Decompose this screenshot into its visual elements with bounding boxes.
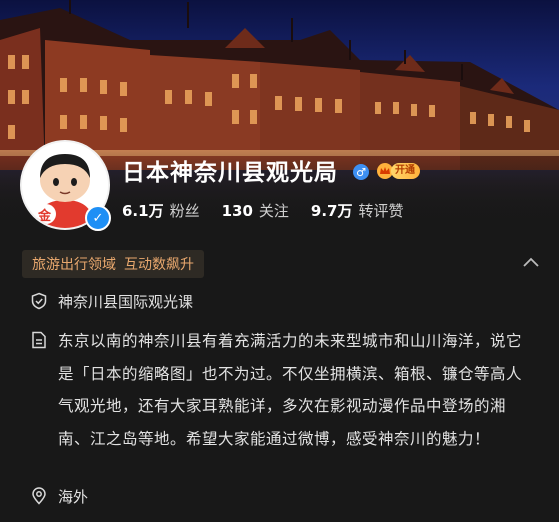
verified-badge-icon: ✓ <box>85 205 111 231</box>
followers-label: 粉丝 <box>169 202 200 220</box>
stats-bar: 6.1万 粉丝 130 关注 9.7万 转评赞 <box>122 200 426 221</box>
following-label: 关注 <box>258 202 289 220</box>
interaction-tag-label: 互动数飙升 <box>124 257 194 273</box>
following-stat[interactable]: 130 关注 <box>222 200 311 221</box>
shield-check-icon <box>31 292 47 310</box>
chevron-up-icon[interactable] <box>522 255 540 269</box>
organization-label: 神奈川县国际观光课 <box>58 293 194 311</box>
vip-open-label: 开通 <box>391 162 420 179</box>
domain-tag-label: 旅游出行领域 <box>32 257 116 273</box>
reposts-likes-stat[interactable]: 9.7万 转评赞 <box>311 200 426 221</box>
document-icon <box>32 331 46 349</box>
reposts-likes-label: 转评赞 <box>358 202 404 220</box>
reposts-likes-count: 9.7万 <box>310 202 353 220</box>
male-gender-icon: ♂ <box>353 164 369 180</box>
location-label: 海外 <box>58 488 89 506</box>
location-pin-icon <box>32 487 46 505</box>
following-count: 130 <box>221 202 253 220</box>
vip-open-button[interactable]: 开通 <box>376 162 420 179</box>
followers-count: 6.1万 <box>122 202 164 220</box>
followers-stat[interactable]: 6.1万 粉丝 <box>122 200 222 221</box>
profile-name: 日本神奈川县观光局 <box>122 160 338 186</box>
profile-description: 东京以南的神奈川县有着充满活力的未来型城市和山川海洋，说它是「日本的缩略图」也不… <box>58 332 523 448</box>
domain-tag[interactable]: 旅游出行领域 互动数飙升 <box>22 250 204 278</box>
avatar-badge-label: 金 <box>38 209 52 224</box>
